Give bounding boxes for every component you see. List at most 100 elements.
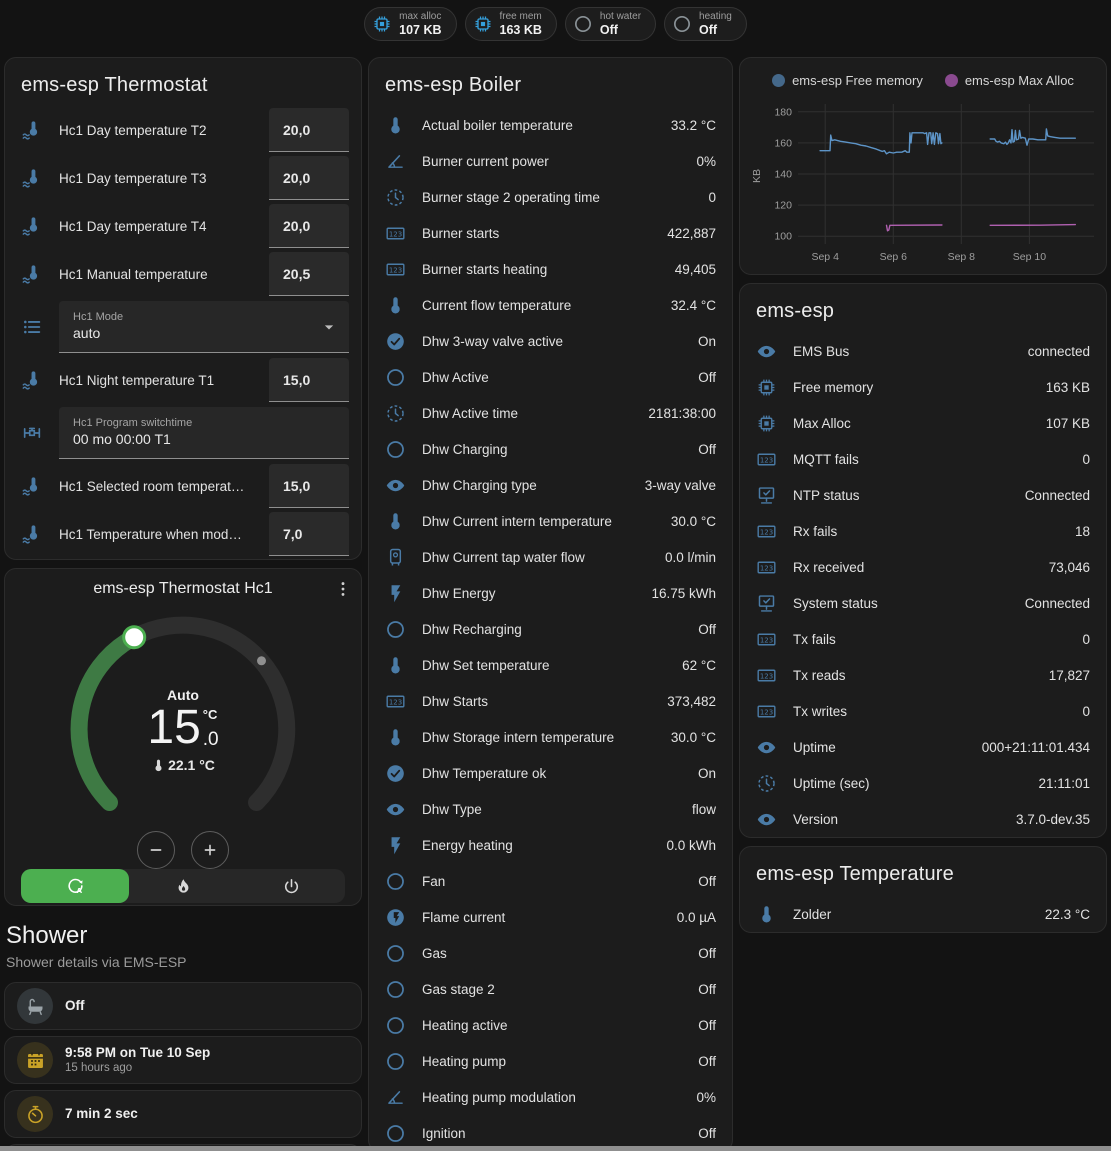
entity-row-dhw-temperature-ok[interactable]: Dhw Temperature okOn (369, 755, 732, 791)
entity-state: 21:11:01 (1038, 776, 1090, 791)
badge-hot-water[interactable]: hot waterOff (565, 7, 656, 41)
entity-row-zolder[interactable]: Zolder22.3 °C (740, 896, 1106, 932)
entity-row-gas-stage-2[interactable]: Gas stage 2Off (369, 971, 732, 1007)
circle-outline-icon (385, 979, 406, 1000)
entity-row-burner-current-power[interactable]: Burner current power0% (369, 143, 732, 179)
shower-card-7-min-2-sec[interactable]: 7 min 2 sec (4, 1090, 362, 1138)
entity-name: Burner starts (422, 226, 651, 241)
field-label: Hc1 Program switchtime (73, 417, 339, 431)
calendar-icon-circle (17, 1042, 53, 1078)
entity-row-heating-pump-modulation[interactable]: Heating pump modulation0% (369, 1079, 732, 1115)
number-input[interactable]: 20,0 (269, 204, 349, 248)
current-temp-marker (257, 656, 266, 665)
entity-row-ntp-status[interactable]: NTP statusConnected (740, 477, 1106, 513)
entity-state: 2181:38:00 (648, 406, 716, 421)
number-input[interactable]: 20,5 (269, 252, 349, 296)
shower-card-9-58-pm-on-tue-10-sep[interactable]: 9:58 PM on Tue 10 Sep15 hours ago (4, 1036, 362, 1084)
entity-row-burner-stage-2-operating-time[interactable]: Burner stage 2 operating time0 (369, 179, 732, 215)
number-input[interactable]: 15,0 (269, 358, 349, 402)
entity-row-system-status[interactable]: System statusConnected (740, 585, 1106, 621)
dial-knob[interactable] (124, 627, 145, 648)
entity-name: Current flow temperature (422, 298, 655, 313)
entity-row-free-memory[interactable]: Free memory163 KB (740, 369, 1106, 405)
entity-row-energy-heating[interactable]: Energy heating0.0 kWh (369, 827, 732, 863)
entity-row-dhw-charging[interactable]: Dhw ChargingOff (369, 431, 732, 467)
entity-state: 32.4 °C (671, 298, 716, 313)
entity-row-rx-fails[interactable]: 123Rx fails18 (740, 513, 1106, 549)
badge-free-mem[interactable]: free mem163 KB (465, 7, 557, 41)
entity-name: Uptime (sec) (793, 776, 1022, 791)
entity-row-fan[interactable]: FanOff (369, 863, 732, 899)
entity-row-uptime[interactable]: Uptime000+21:11:01.434 (740, 729, 1106, 765)
mode-button-fire[interactable] (129, 869, 237, 903)
number-input[interactable]: 15,0 (269, 464, 349, 508)
entity-row-dhw-storage-intern-temperature[interactable]: Dhw Storage intern temperature30.0 °C (369, 719, 732, 755)
entity-state: Off (698, 622, 716, 637)
entity-row-ems-bus[interactable]: EMS Busconnected (740, 333, 1106, 369)
number-input[interactable]: 20,0 (269, 108, 349, 152)
entity-row-rx-received[interactable]: 123Rx received73,046 (740, 549, 1106, 585)
eye-icon (385, 799, 406, 820)
entity-row-tx-reads[interactable]: 123Tx reads17,827 (740, 657, 1106, 693)
mode-select[interactable]: Hc1 Modeauto (59, 301, 349, 353)
entity-row-dhw-active[interactable]: Dhw ActiveOff (369, 359, 732, 395)
more-options-icon[interactable] (333, 579, 353, 599)
pipe-valve-icon (21, 422, 43, 444)
entity-state: 18 (1075, 524, 1090, 539)
svg-text:123: 123 (389, 230, 402, 238)
entity-name: Dhw Charging type (422, 478, 629, 493)
entity-row-heating-pump[interactable]: Heating pumpOff (369, 1043, 732, 1079)
entity-row-max-alloc[interactable]: Max Alloc107 KB (740, 405, 1106, 441)
entity-row-tx-writes[interactable]: 123Tx writes0 (740, 693, 1106, 729)
mode-button-power[interactable] (237, 869, 345, 903)
entity-row-dhw-energy[interactable]: Dhw Energy16.75 kWh (369, 575, 732, 611)
entity-state: Off (698, 946, 716, 961)
entity-row-heating-active[interactable]: Heating activeOff (369, 1007, 732, 1043)
entity-row-burner-starts[interactable]: 123Burner starts422,887 (369, 215, 732, 251)
entity-row-flame-current[interactable]: Flame current0.0 µA (369, 899, 732, 935)
counter-icon: 123 (756, 665, 777, 686)
entity-row-actual-boiler-temperature[interactable]: Actual boiler temperature33.2 °C (369, 107, 732, 143)
entity-state: 0.0 kWh (666, 838, 716, 853)
entity-row-current-flow-temperature[interactable]: Current flow temperature 32.4 °C (369, 287, 732, 323)
decrease-temperature-button[interactable] (137, 831, 175, 869)
card-title: ems-esp (740, 284, 1106, 333)
entity-row-dhw-set-temperature[interactable]: Dhw Set temperature62 °C (369, 647, 732, 683)
text-input[interactable]: Hc1 Program switchtime00 mo 00:00 T1 (59, 407, 349, 459)
horizontal-scrollbar[interactable] (0, 1146, 1111, 1151)
badges-bar: max alloc107 KB free mem163 KBhot waterOf… (0, 7, 1111, 41)
mode-button-thermostat-auto[interactable]: A (21, 869, 129, 903)
entity-row-burner-starts-heating[interactable]: 123Burner starts heating49,405 (369, 251, 732, 287)
shower-card-off[interactable]: Off (4, 982, 362, 1030)
entity-row-dhw-starts[interactable]: 123Dhw Starts373,482 (369, 683, 732, 719)
entity-row-dhw-type[interactable]: Dhw Typeflow (369, 791, 732, 827)
chip-icon (473, 14, 493, 34)
entity-row-gas[interactable]: GasOff (369, 935, 732, 971)
entity-row-dhw-3-way-valve-active[interactable]: Dhw 3-way valve activeOn (369, 323, 732, 359)
entity-row-hc1-day-temperature-t3: Hc1 Day temperature T320,0 (5, 155, 361, 201)
entity-row-dhw-charging-type[interactable]: Dhw Charging type3-way valve (369, 467, 732, 503)
entity-name: Heating pump modulation (422, 1090, 680, 1105)
history-chart-card: ems-esp Free memoryems-esp Max Alloc 100… (739, 57, 1107, 275)
number-input[interactable]: 7,0 (269, 512, 349, 556)
circle-outline-icon (672, 14, 692, 34)
entity-row-mqtt-fails[interactable]: 123MQTT fails0 (740, 441, 1106, 477)
entity-row-tx-fails[interactable]: 123Tx fails0 (740, 621, 1106, 657)
entity-row-dhw-active-time[interactable]: Dhw Active time2181:38:00 (369, 395, 732, 431)
badge-heating[interactable]: heatingOff (664, 7, 747, 41)
svg-text:123: 123 (760, 636, 773, 644)
entity-row-uptime-sec[interactable]: Uptime (sec) 21:11:01 (740, 765, 1106, 801)
current-temperature: 22.1 °C (5, 757, 361, 773)
circle-outline-icon (385, 1123, 406, 1144)
number-input[interactable]: 20,0 (269, 156, 349, 200)
entity-row-dhw-recharging[interactable]: Dhw RechargingOff (369, 611, 732, 647)
gauge-icon (385, 1087, 406, 1108)
badge-max-alloc[interactable]: max alloc107 KB (364, 7, 456, 41)
entity-name: Burner stage 2 operating time (422, 190, 692, 205)
increase-temperature-button[interactable] (191, 831, 229, 869)
entity-row-dhw-current-intern-temperature[interactable]: Dhw Current intern temperature30.0 °C (369, 503, 732, 539)
bathtub-icon (25, 996, 46, 1017)
field-value: 00 mo 00:00 T1 (73, 431, 339, 449)
entity-row-version[interactable]: Version3.7.0-dev.35 (740, 801, 1106, 837)
entity-row-dhw-current-tap-water-flow[interactable]: Dhw Current tap water flow0.0 l/min (369, 539, 732, 575)
